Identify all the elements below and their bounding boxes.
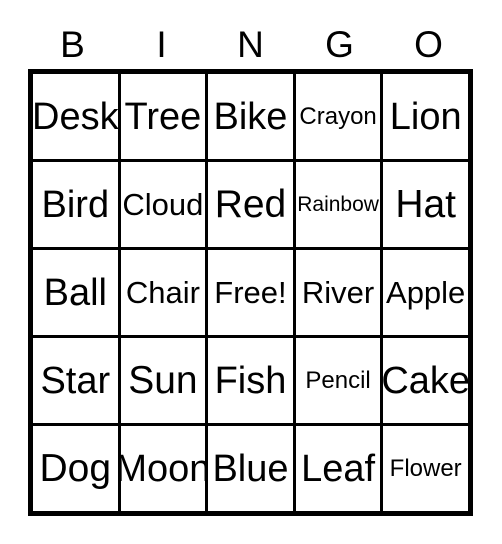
- bingo-cell-g3[interactable]: River: [295, 250, 384, 335]
- bingo-header: B I N G O: [28, 20, 473, 68]
- bingo-cell-label: Flower: [389, 454, 462, 482]
- bingo-cell-label: Cake: [383, 359, 468, 402]
- bingo-grid: Desk Tree Bike Crayon Lion Bird Cloud Re…: [28, 69, 473, 516]
- bingo-cell-b4[interactable]: Star: [33, 338, 121, 423]
- bingo-cell-free-space[interactable]: Free!: [208, 250, 296, 335]
- bingo-cell-i5[interactable]: Moon: [120, 426, 209, 511]
- bingo-cell-label: Moon: [120, 447, 209, 490]
- bingo-row: Desk Tree Bike Crayon Lion: [33, 74, 468, 162]
- bingo-cell-label: Rainbow: [297, 193, 379, 216]
- bingo-cell-label: Bird: [41, 183, 110, 226]
- bingo-cell-n5[interactable]: Blue: [208, 426, 296, 511]
- bingo-cell-o2[interactable]: Hat: [383, 162, 468, 247]
- bingo-cell-g1[interactable]: Crayon: [295, 74, 384, 159]
- bingo-cell-label: Sun: [128, 359, 198, 402]
- bingo-cell-o3[interactable]: Apple: [383, 250, 468, 335]
- bingo-cell-label: Hat: [395, 183, 457, 226]
- bingo-header-letter-b: B: [28, 20, 117, 68]
- bingo-cell-label: Red: [214, 183, 287, 226]
- bingo-cell-label: Leaf: [301, 447, 376, 490]
- bingo-cell-label: Desk: [33, 95, 119, 138]
- bingo-cell-label: Chair: [125, 275, 200, 310]
- bingo-cell-n2[interactable]: Red: [208, 162, 296, 247]
- bingo-cell-label: Tree: [124, 95, 202, 138]
- bingo-row: Star Sun Fish Pencil Cake: [33, 338, 468, 426]
- bingo-cell-label: Dog: [39, 447, 112, 490]
- bingo-header-letter-g: G: [295, 20, 384, 68]
- bingo-cell-label: Fish: [214, 359, 287, 402]
- bingo-cell-label: Bike: [213, 95, 288, 138]
- bingo-header-letter-text: I: [156, 23, 167, 65]
- bingo-cell-b5[interactable]: Dog: [33, 426, 121, 511]
- bingo-header-letter-text: N: [237, 23, 264, 65]
- bingo-cell-g2[interactable]: Rainbow: [295, 162, 384, 247]
- bingo-cell-b1[interactable]: Desk: [33, 74, 121, 159]
- bingo-cell-n1[interactable]: Bike: [208, 74, 296, 159]
- bingo-cell-label: Blue: [212, 447, 289, 490]
- bingo-cell-g4[interactable]: Pencil: [295, 338, 384, 423]
- bingo-cell-o5[interactable]: Flower: [383, 426, 468, 511]
- bingo-cell-label: Lion: [389, 95, 462, 138]
- bingo-cell-label: Ball: [43, 271, 107, 314]
- bingo-row: Ball Chair Free! River Apple: [33, 250, 468, 338]
- bingo-header-letter-text: B: [60, 23, 85, 65]
- bingo-header-letter-o: O: [384, 20, 473, 68]
- bingo-cell-label: Apple: [386, 275, 466, 310]
- bingo-row: Bird Cloud Red Rainbow Hat: [33, 162, 468, 250]
- bingo-cell-label: Free!: [214, 275, 287, 310]
- bingo-cell-i1[interactable]: Tree: [120, 74, 209, 159]
- bingo-cell-o4[interactable]: Cake: [383, 338, 468, 423]
- bingo-cell-label: Cloud: [122, 187, 204, 222]
- bingo-cell-i3[interactable]: Chair: [120, 250, 209, 335]
- bingo-row: Dog Moon Blue Leaf Flower: [33, 426, 468, 511]
- bingo-cell-o1[interactable]: Lion: [383, 74, 468, 159]
- bingo-cell-label: Pencil: [305, 366, 371, 394]
- bingo-header-letter-n: N: [206, 20, 295, 68]
- bingo-header-letter-text: O: [414, 23, 443, 65]
- bingo-cell-b3[interactable]: Ball: [33, 250, 121, 335]
- bingo-cell-n4[interactable]: Fish: [208, 338, 296, 423]
- bingo-cell-i4[interactable]: Sun: [120, 338, 209, 423]
- bingo-cell-b2[interactable]: Bird: [33, 162, 121, 247]
- bingo-cell-label: Star: [40, 359, 111, 402]
- bingo-cell-label: River: [301, 275, 375, 310]
- bingo-cell-g5[interactable]: Leaf: [295, 426, 384, 511]
- bingo-card: B I N G O Desk Tree Bike Crayon Lion Bir…: [0, 0, 502, 544]
- bingo-header-letter-i: I: [117, 20, 206, 68]
- bingo-cell-i2[interactable]: Cloud: [120, 162, 209, 247]
- bingo-header-letter-text: G: [325, 23, 354, 65]
- bingo-cell-label: Crayon: [299, 102, 377, 130]
